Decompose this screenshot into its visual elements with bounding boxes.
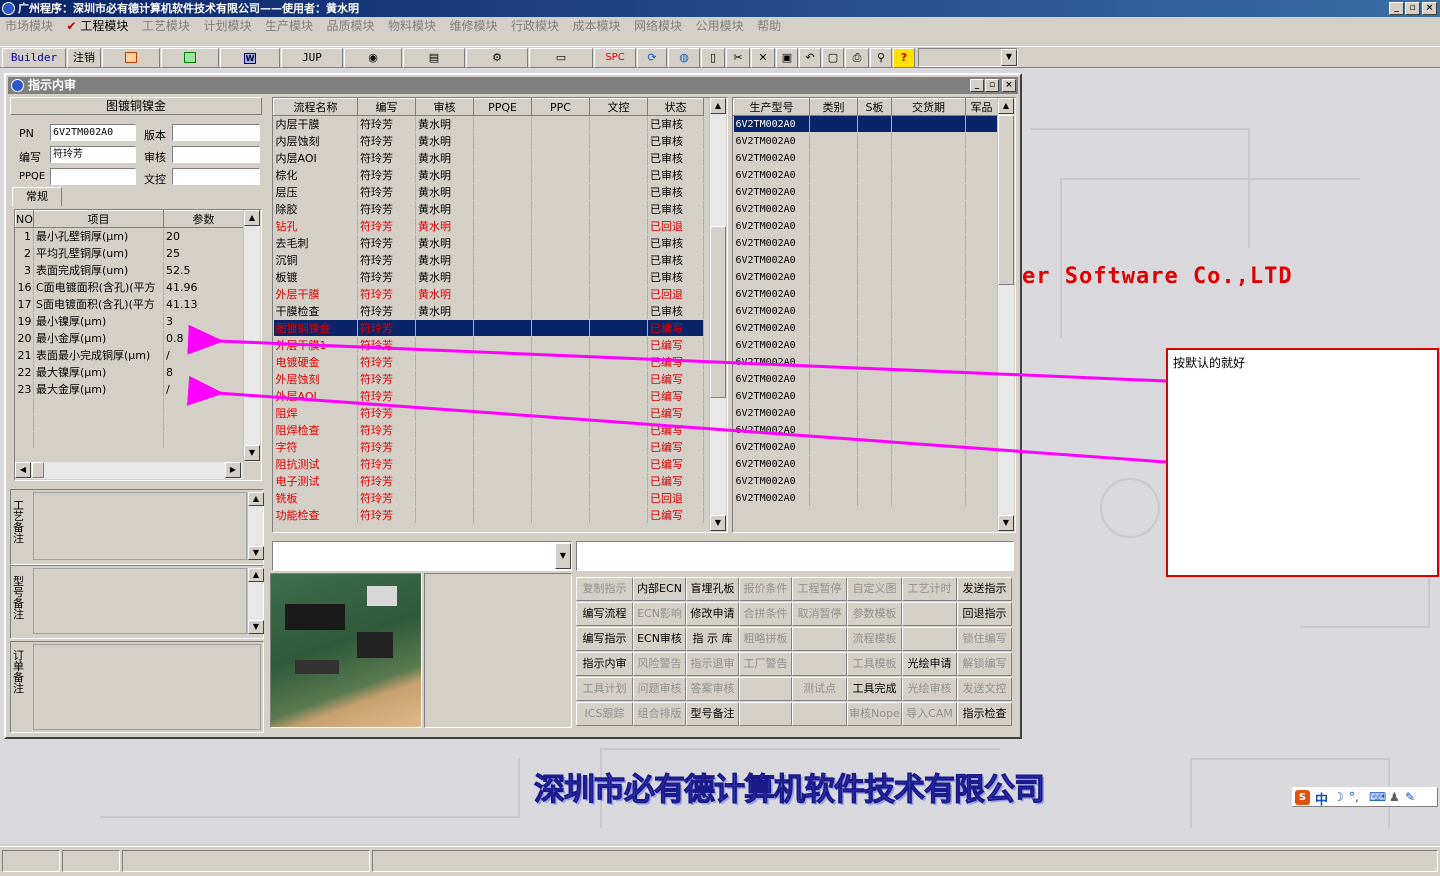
status-pane	[2, 850, 60, 872]
keyboard-icon[interactable]: ⌨	[1369, 790, 1386, 804]
status-pane	[122, 850, 370, 872]
wrench-icon[interactable]: ✎	[1405, 790, 1415, 804]
status-bar	[0, 846, 1440, 876]
punct-icon[interactable]: °,	[1349, 790, 1359, 804]
ime-toolbar[interactable]: S 中 ☽ °, ⌨ ♟ ✎	[1292, 787, 1438, 808]
ime-mode-label[interactable]: 中	[1315, 789, 1328, 808]
status-pane	[62, 850, 120, 872]
annotation-arrows	[186, 324, 1167, 464]
sogou-icon[interactable]: S	[1295, 790, 1310, 805]
arrow-to-max-gold	[186, 375, 1167, 464]
user-icon[interactable]: ♟	[1389, 790, 1400, 804]
arrow-to-min-gold	[187, 324, 1167, 383]
status-pane	[372, 850, 1438, 872]
moon-icon[interactable]: ☽	[1333, 790, 1344, 804]
